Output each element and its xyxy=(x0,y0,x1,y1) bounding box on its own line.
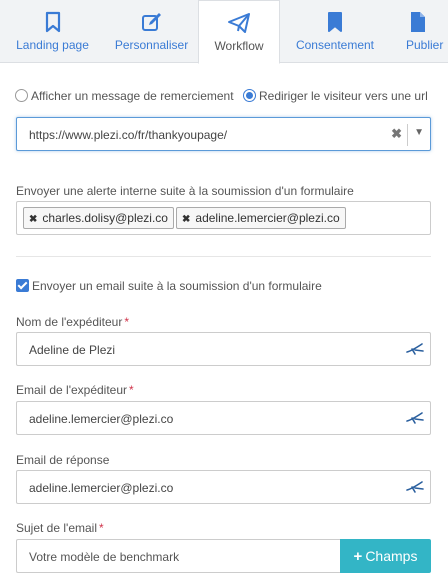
required-mark: * xyxy=(124,315,130,329)
radio-redirect[interactable] xyxy=(243,89,256,102)
bookmark-icon xyxy=(328,12,342,32)
reply-email-field[interactable]: adeline.lemercier@plezi.co xyxy=(16,470,431,504)
signature-icon[interactable] xyxy=(406,342,424,356)
alert-recipients-input[interactable]: ✖ charles.dolisy@plezi.co ✖ adeline.lemerc… xyxy=(16,201,431,235)
subject-value: Votre modèle de benchmark xyxy=(29,550,180,564)
subject-label: Sujet de l'email * xyxy=(16,521,104,535)
alert-label: Envoyer une alerte interne suite à la so… xyxy=(16,184,354,198)
send-email-checkbox[interactable] xyxy=(16,279,29,292)
sender-email-label-text: Email de l'expéditeur xyxy=(16,383,128,397)
add-field-button[interactable]: + Champs xyxy=(340,539,431,573)
sender-email-field[interactable]: adeline.lemercier@plezi.co xyxy=(16,401,431,435)
tab-label: Landing page xyxy=(16,38,89,52)
signature-icon[interactable] xyxy=(406,411,424,425)
radio-redirect-label[interactable]: Rediriger le visiteur vers une url xyxy=(259,89,428,103)
tab-label: Publier xyxy=(406,38,444,52)
remove-tag-icon[interactable]: ✖ xyxy=(29,214,37,225)
redirect-url-select[interactable]: https://www.plezi.co/fr/thankyoupage/ ✖ … xyxy=(16,117,431,151)
tab-label: Personnaliser xyxy=(114,38,189,52)
radio-message-label[interactable]: Afficher un message de remerciement xyxy=(31,89,234,103)
tab-bar: Landing page Personnaliser Workflow Cons… xyxy=(0,0,448,64)
signature-icon[interactable] xyxy=(406,480,424,494)
subject-field[interactable]: Votre modèle de benchmark xyxy=(16,539,340,573)
sender-name-field[interactable]: Adeline de Plezi xyxy=(16,332,431,366)
recipient-tag: ✖ adeline.lemercier@plezi.co xyxy=(176,207,346,229)
recipient-tag: ✖ charles.dolisy@plezi.co xyxy=(23,207,174,229)
reply-email-label: Email de réponse xyxy=(16,453,110,467)
edit-icon xyxy=(141,13,161,31)
tab-landing-page[interactable]: Landing page xyxy=(0,0,105,63)
bookmark-icon xyxy=(45,11,60,33)
section-divider xyxy=(16,256,431,257)
sender-name-value: Adeline de Plezi xyxy=(29,343,116,357)
reply-email-value: adeline.lemercier@plezi.co xyxy=(29,481,174,495)
sender-email-label: Email de l'expéditeur * xyxy=(16,383,134,397)
recipient-tag-label: adeline.lemercier@plezi.co xyxy=(195,211,340,225)
tab-label: Consentement xyxy=(295,38,375,52)
required-mark: * xyxy=(99,521,104,535)
select-divider xyxy=(407,124,408,146)
send-email-label[interactable]: Envoyer un email suite à la soumission d… xyxy=(32,279,322,293)
tab-label: Workflow xyxy=(214,39,264,53)
subject-label-text: Sujet de l'email xyxy=(16,521,97,535)
recipient-tag-label: charles.dolisy@plezi.co xyxy=(42,211,168,225)
sender-name-label: Nom de l'expéditeur * xyxy=(16,315,129,329)
sender-name-label-text: Nom de l'expéditeur xyxy=(16,315,123,329)
required-mark: * xyxy=(129,383,134,397)
tab-consentement[interactable]: Consentement xyxy=(280,0,390,63)
radio-message[interactable] xyxy=(15,89,28,102)
redirect-options: Afficher un message de remerciement Redi… xyxy=(15,88,438,104)
chevron-down-icon[interactable]: ▼ xyxy=(414,127,424,138)
remove-tag-icon[interactable]: ✖ xyxy=(182,214,190,225)
sender-email-value: adeline.lemercier@plezi.co xyxy=(29,412,174,426)
redirect-url-value: https://www.plezi.co/fr/thankyoupage/ xyxy=(29,128,228,142)
add-field-button-label: Champs xyxy=(365,548,418,564)
file-icon xyxy=(411,12,425,32)
tab-personnaliser[interactable]: Personnaliser xyxy=(105,0,198,63)
clear-icon[interactable]: ✖ xyxy=(391,126,402,142)
tab-workflow[interactable]: Workflow xyxy=(198,0,280,64)
paper-plane-icon xyxy=(228,13,250,33)
tab-publier[interactable]: Publier xyxy=(390,0,448,63)
plus-icon: + xyxy=(353,548,363,565)
